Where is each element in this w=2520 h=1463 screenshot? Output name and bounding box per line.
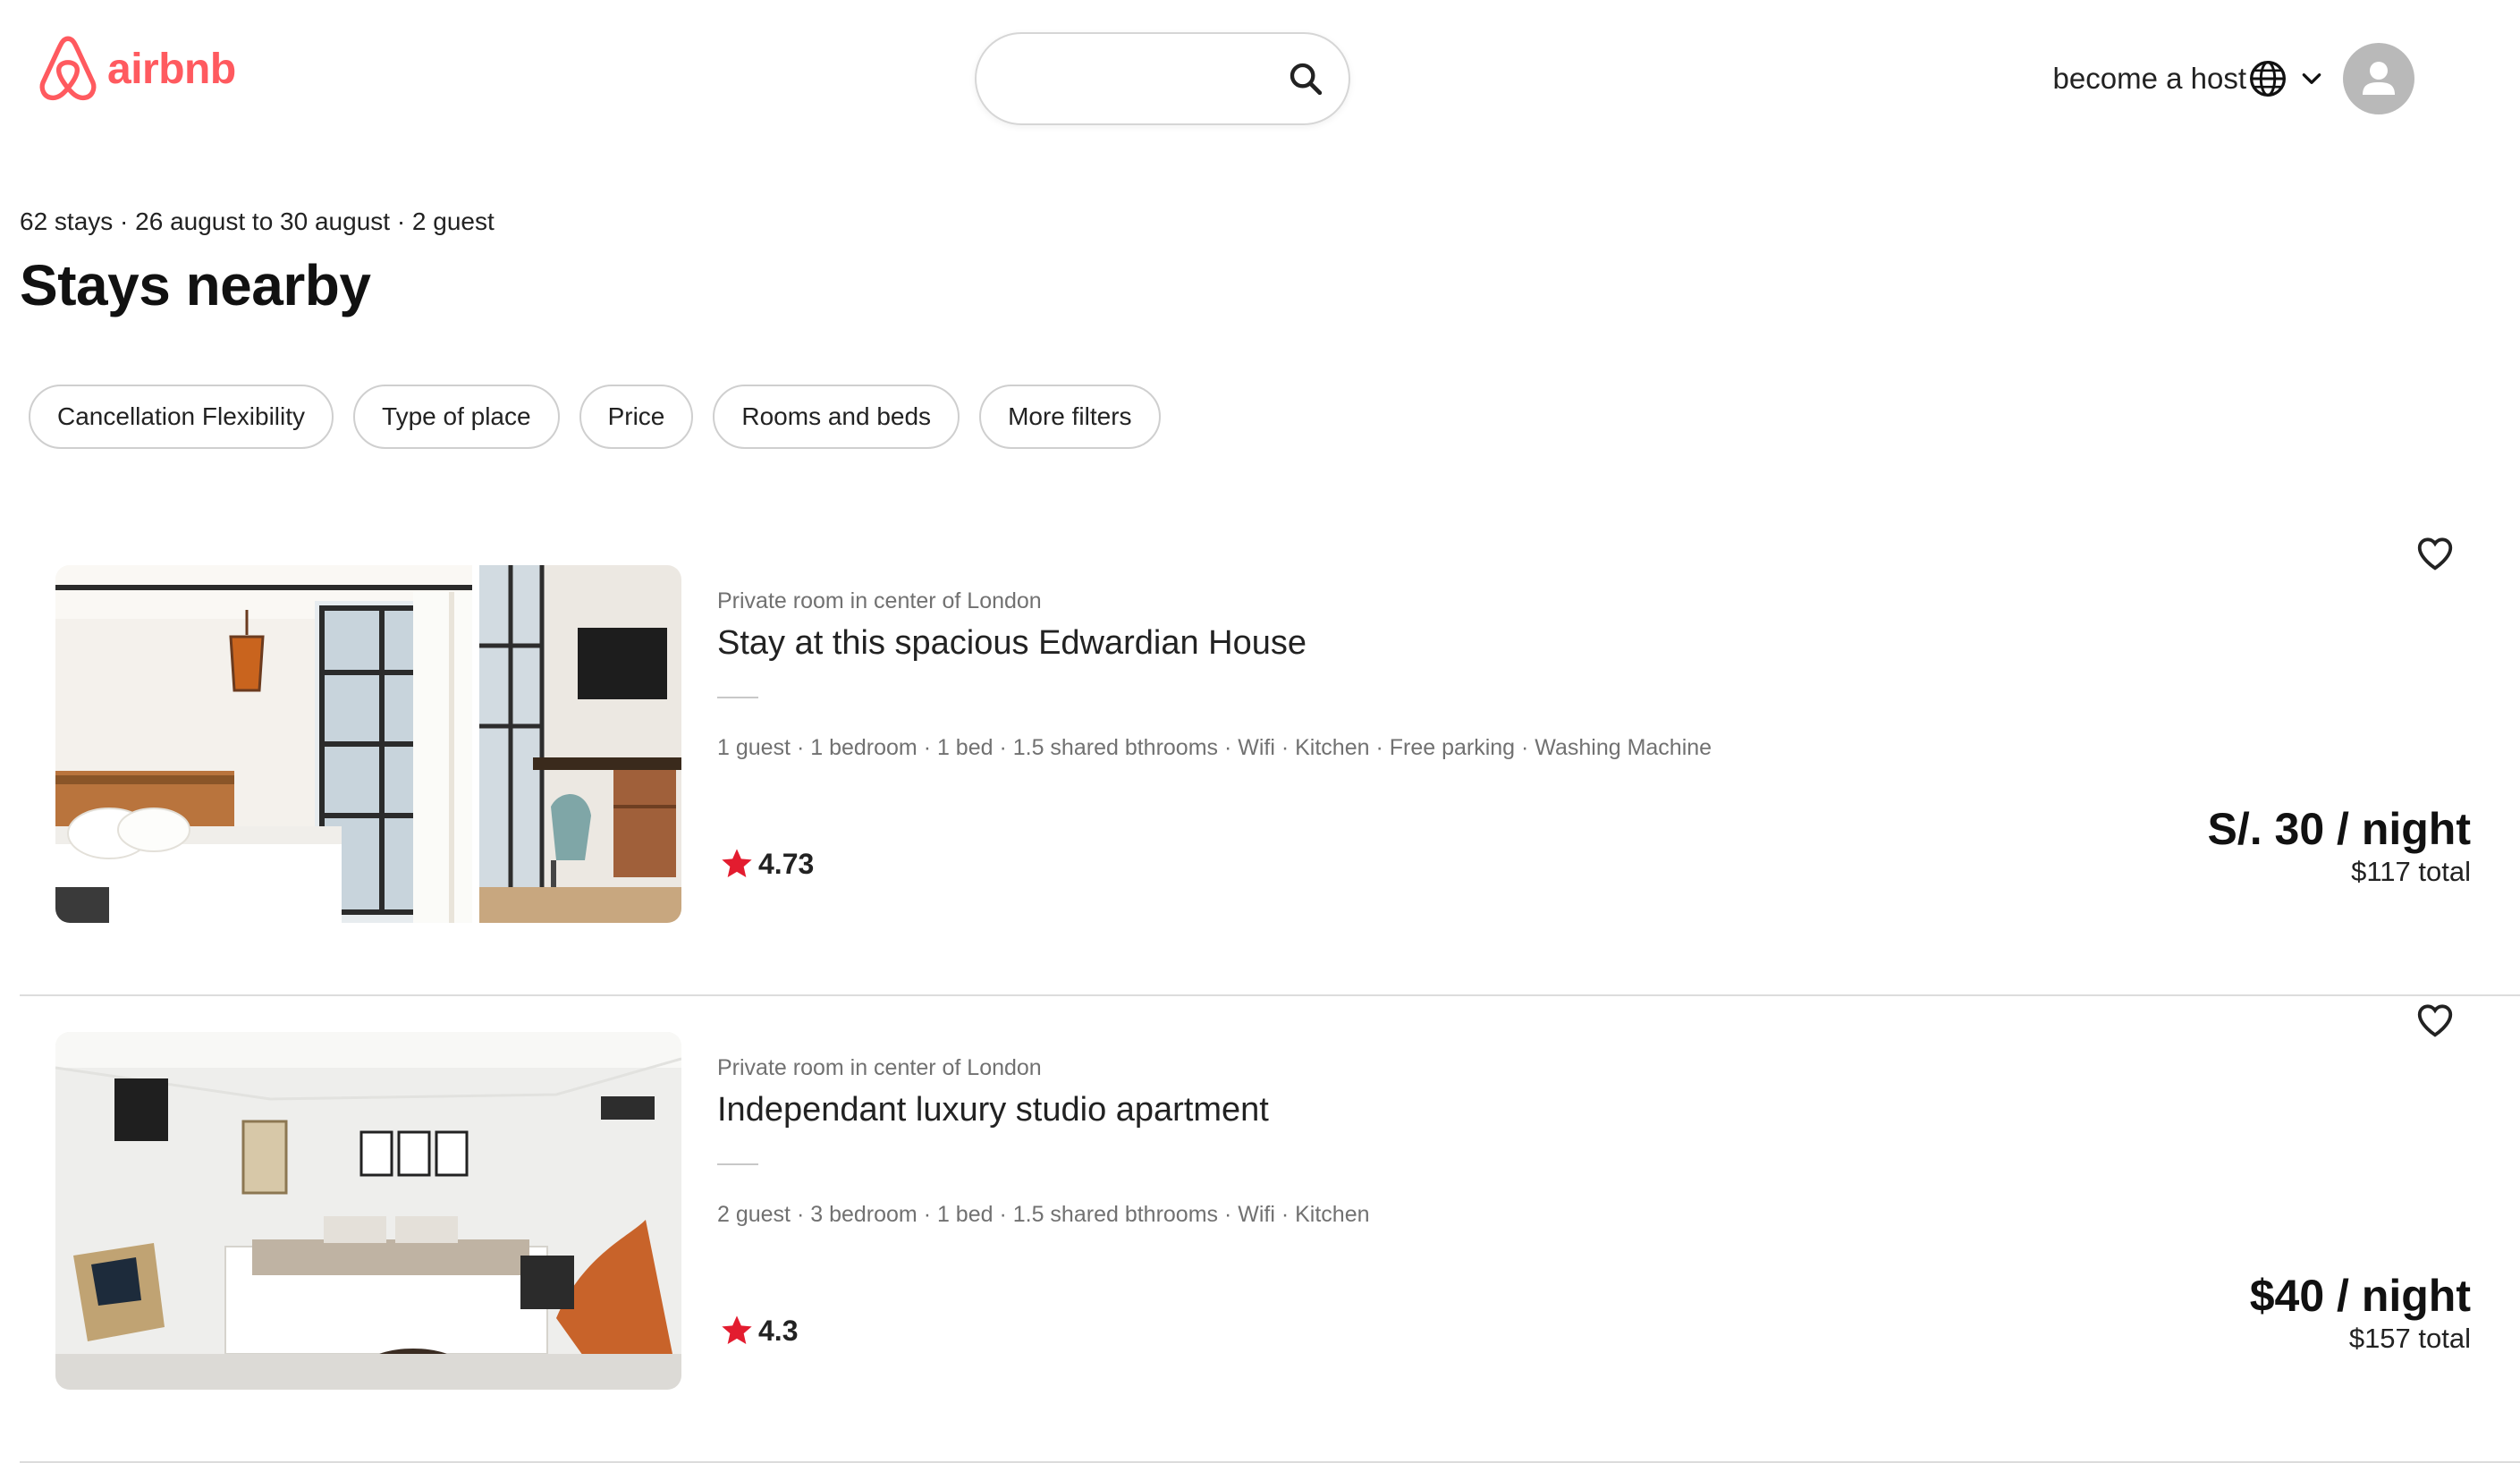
price-block: $40 / night $157 total (2250, 1270, 2471, 1356)
listing-card[interactable]: Private room in center of London Indepen… (20, 996, 2520, 1463)
listing-card[interactable]: Private room in center of London Stay at… (20, 529, 2520, 996)
price-total: $157 total (2348, 1323, 2471, 1354)
search-icon[interactable] (1288, 61, 1323, 97)
star-icon (722, 849, 752, 877)
price-per-night: S/. 30 / night (2207, 804, 2471, 854)
divider-short (717, 1163, 758, 1165)
rating-value: 4.3 (758, 1314, 799, 1347)
filter-rooms-and-beds[interactable]: Rooms and beds (713, 385, 960, 449)
filter-cancellation-flexibility[interactable]: Cancellation Flexibility (29, 385, 334, 449)
user-avatar-icon (2363, 62, 2395, 95)
filter-price[interactable]: Price (579, 385, 694, 449)
search-input[interactable] (1003, 55, 1275, 107)
airbnb-logo-icon (39, 36, 97, 101)
listing-amenities: 1 guest · 1 bedroom · 1 bed · 1.5 shared… (717, 735, 1712, 760)
price-total: $117 total (2351, 856, 2471, 887)
filter-type-of-place[interactable]: Type of place (353, 385, 560, 449)
listing-rating: 4.3 (719, 1313, 798, 1349)
filter-more-filters[interactable]: More filters (979, 385, 1161, 449)
rating-value: 4.73 (758, 847, 815, 880)
chevron-down-icon[interactable] (2300, 67, 2323, 90)
search-bar[interactable] (975, 32, 1350, 125)
listing-image-gallery[interactable] (55, 1032, 681, 1390)
listing-photo-bedroom[interactable] (55, 565, 472, 923)
star-icon (722, 1315, 752, 1344)
listing-title[interactable]: Stay at this spacious Edwardian House (717, 624, 1307, 663)
filter-bar: Cancellation Flexibility Type of place P… (29, 385, 1161, 449)
brand-name: airbnb (107, 45, 236, 93)
user-nav: become a host (2053, 41, 2414, 116)
become-host-link[interactable]: become a host (2053, 62, 2246, 96)
price-per-night: $40 / night (2249, 1271, 2471, 1321)
listing-rating: 4.73 (719, 846, 814, 882)
listing-title[interactable]: Independant luxury studio apartment (717, 1091, 1269, 1129)
listing-image-gallery[interactable] (55, 565, 681, 923)
listing-photo-desk[interactable] (479, 565, 681, 923)
page-title: Stays nearby (20, 253, 371, 317)
listing-amenities: 2 guest · 3 bedroom · 1 bed · 1.5 shared… (717, 1202, 1370, 1227)
search-summary: 62 stays · 26 august to 30 august · 2 gu… (20, 207, 495, 235)
avatar[interactable] (2343, 43, 2414, 114)
listing-room-type: Private room in center of London (717, 1055, 1042, 1080)
heart-icon[interactable] (2414, 1000, 2456, 1041)
airbnb-logo[interactable]: airbnb (36, 34, 236, 104)
listing-photo-studio[interactable] (55, 1032, 681, 1390)
listing-room-type: Private room in center of London (717, 588, 1042, 613)
heart-icon[interactable] (2414, 533, 2456, 574)
divider-short (717, 697, 758, 698)
globe-icon[interactable] (2248, 59, 2287, 98)
price-block: S/. 30 / night $117 total (2208, 803, 2471, 889)
